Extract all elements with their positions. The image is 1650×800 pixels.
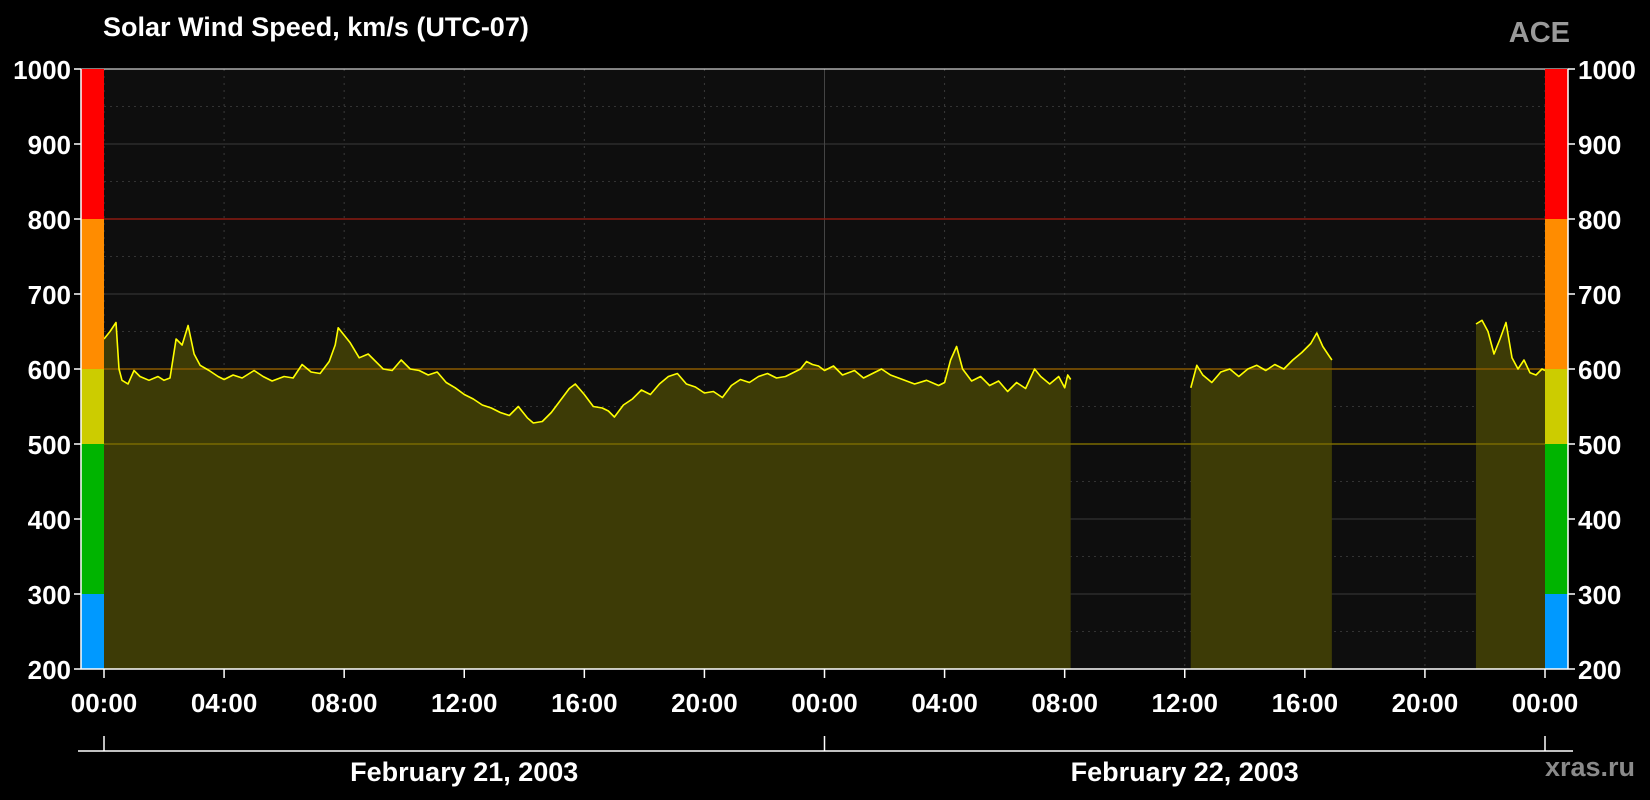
y-tick-label-left: 900	[28, 130, 71, 160]
scale-band-left	[81, 369, 104, 444]
y-tick-label-right: 800	[1578, 205, 1621, 235]
x-tick-label: 16:00	[1272, 688, 1339, 718]
x-tick-label: 04:00	[911, 688, 978, 718]
x-tick-label: 16:00	[551, 688, 618, 718]
scale-band-left	[81, 444, 104, 594]
x-tick-label: 12:00	[1152, 688, 1219, 718]
y-tick-label-left: 300	[28, 580, 71, 610]
scale-band-right	[1545, 594, 1568, 669]
scale-band-left	[81, 219, 104, 369]
y-tick-label-right: 700	[1578, 280, 1621, 310]
date-label: February 22, 2003	[1071, 757, 1299, 787]
y-tick-label-left: 400	[28, 505, 71, 535]
date-label: February 21, 2003	[350, 757, 578, 787]
y-tick-label-right: 1000	[1578, 55, 1636, 85]
scale-band-right	[1545, 219, 1568, 369]
speed-area	[1190, 333, 1332, 669]
x-tick-label: 00:00	[1512, 688, 1579, 718]
y-tick-label-left: 700	[28, 280, 71, 310]
y-tick-label-right: 600	[1578, 355, 1621, 385]
x-tick-label: 12:00	[431, 688, 498, 718]
x-tick-label: 00:00	[791, 688, 858, 718]
y-tick-label-left: 200	[28, 655, 71, 685]
x-tick-label: 00:00	[71, 688, 138, 718]
scale-band-right	[1545, 369, 1568, 444]
scale-band-right	[1545, 69, 1568, 219]
x-tick-label: 20:00	[1392, 688, 1459, 718]
y-tick-label-right: 300	[1578, 580, 1621, 610]
solar-wind-chart: 200 200 300 300 400 400 500 500 600 600 700 700 800 8…	[13, 55, 1636, 787]
y-tick-label-right: 200	[1578, 655, 1621, 685]
y-tick-label-left: 600	[28, 355, 71, 385]
y-tick-label-right: 500	[1578, 430, 1621, 460]
y-tick-label-left: 500	[28, 430, 71, 460]
scale-band-left	[81, 69, 104, 219]
x-tick-label: 08:00	[311, 688, 378, 718]
x-tick-label: 20:00	[671, 688, 738, 718]
y-tick-label-left: 800	[28, 205, 71, 235]
x-tick-label: 04:00	[191, 688, 258, 718]
scale-band-right	[1545, 444, 1568, 594]
y-tick-label-right: 900	[1578, 130, 1621, 160]
y-tick-label-left: 1000	[13, 55, 71, 85]
scale-band-left	[81, 594, 104, 669]
y-tick-label-right: 400	[1578, 505, 1621, 535]
x-tick-label: 08:00	[1031, 688, 1098, 718]
